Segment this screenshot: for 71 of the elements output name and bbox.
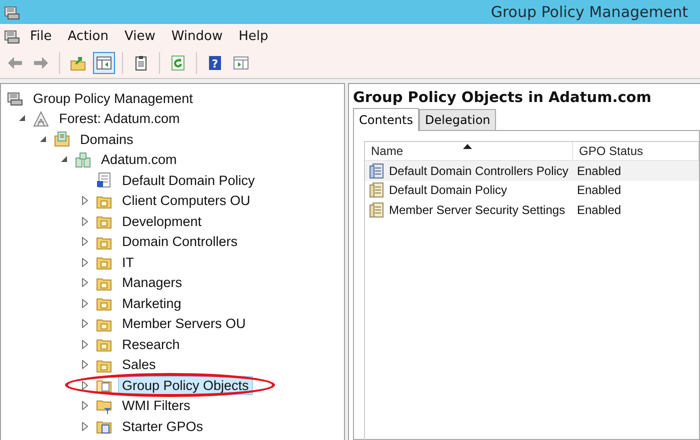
table-row[interactable]: Default Domain Controllers Policy Enabled: [365, 161, 699, 180]
collapsed-arrow-icon[interactable]: [82, 258, 88, 267]
column-header[interactable]: GPO Status: [573, 142, 699, 160]
table-cell: Enabled: [577, 164, 622, 178]
tree-item[interactable]: WMI Filters: [118, 396, 194, 416]
menu-item[interactable]: Action: [62, 26, 114, 46]
column-header[interactable]: Name: [365, 142, 573, 160]
collapsed-arrow-icon[interactable]: [82, 216, 88, 226]
tree-item[interactable]: Research: [118, 334, 184, 354]
forward-arrow-icon: [33, 55, 49, 71]
table-row[interactable]: Default Domain Policy Enabled: [365, 180, 699, 200]
menu-item[interactable]: View: [118, 26, 162, 46]
menu-item[interactable]: Window: [165, 26, 229, 46]
tab[interactable]: Delegation: [418, 109, 496, 130]
folder-filter-icon: [96, 398, 112, 414]
pane-layout-icon: [233, 55, 249, 71]
collapsed-arrow-icon[interactable]: [82, 319, 88, 328]
tree-item[interactable]: Development: [118, 212, 206, 231]
pane-layout-icon: [96, 55, 112, 71]
scroll-document-icon: [369, 202, 385, 218]
domain-buildings-icon: [75, 152, 91, 168]
table-cell: Default Domain Controllers Policy: [389, 164, 568, 178]
tree-item[interactable]: Marketing: [118, 294, 186, 313]
tab[interactable]: Contents: [353, 108, 419, 131]
scroll-document-icon: [369, 162, 385, 179]
console-icon: [7, 90, 23, 106]
table-cell: Enabled: [577, 202, 622, 217]
folder-arrow-icon: [70, 55, 86, 71]
tree-item[interactable]: Domain Controllers: [118, 232, 242, 252]
collapsed-arrow-icon[interactable]: [82, 237, 88, 246]
collapsed-arrow-icon[interactable]: [82, 401, 88, 410]
collapsed-arrow-icon[interactable]: [82, 278, 88, 288]
tree-item[interactable]: Domains: [76, 130, 138, 149]
tree-item[interactable]: Group Policy Management: [29, 88, 197, 108]
collapsed-arrow-icon[interactable]: [82, 340, 88, 349]
policy-document-icon: [96, 172, 112, 188]
system-menu-icon: [4, 28, 20, 44]
collapsed-arrow-icon[interactable]: [82, 360, 88, 370]
tree-item[interactable]: Default Domain Policy: [118, 170, 259, 190]
collapsed-arrow-icon[interactable]: [82, 380, 88, 390]
table-cell: Member Server Security Settings: [389, 202, 566, 217]
triangle-tree-icon: [33, 110, 49, 127]
clipboard-icon: [133, 55, 149, 71]
collapsed-arrow-icon[interactable]: [82, 422, 88, 431]
tree-item[interactable]: Sales: [118, 355, 160, 374]
expanded-arrow-icon[interactable]: [60, 156, 68, 164]
toolbar-button[interactable]: [93, 52, 115, 74]
expanded-arrow-icon[interactable]: [40, 136, 46, 143]
tree-item[interactable]: Member Servers OU: [118, 314, 250, 334]
table-cell: Default Domain Policy: [389, 183, 508, 198]
collapsed-arrow-icon[interactable]: [82, 196, 88, 206]
table-cell: Enabled: [577, 183, 622, 198]
tree-item[interactable]: Adatum.com: [97, 150, 181, 170]
pane-heading: Group Policy Objects in Adatum.com: [353, 90, 652, 106]
scroll-document-icon: [369, 182, 385, 198]
menu-item[interactable]: File: [24, 26, 58, 46]
expanded-arrow-icon[interactable]: [18, 115, 26, 122]
tree-item[interactable]: IT: [118, 252, 138, 272]
tree-item[interactable]: Group Policy Objects: [118, 376, 253, 395]
tree-item[interactable]: Starter GPOs: [118, 416, 208, 436]
domains-folder-icon: [54, 131, 70, 148]
collapsed-arrow-icon[interactable]: [82, 298, 88, 308]
refresh-icon: [170, 55, 186, 71]
back-arrow-icon: [7, 55, 23, 71]
tree-item[interactable]: Forest: Adatum.com: [55, 109, 184, 128]
tree-item[interactable]: Managers: [118, 273, 186, 292]
tree-item[interactable]: Client Computers OU: [118, 191, 254, 210]
table-row[interactable]: Member Server Security Settings Enabled: [365, 200, 699, 220]
window-title: Group Policy Management: [490, 3, 688, 21]
app-icon: [4, 4, 20, 20]
menu-item[interactable]: Help: [232, 26, 274, 46]
